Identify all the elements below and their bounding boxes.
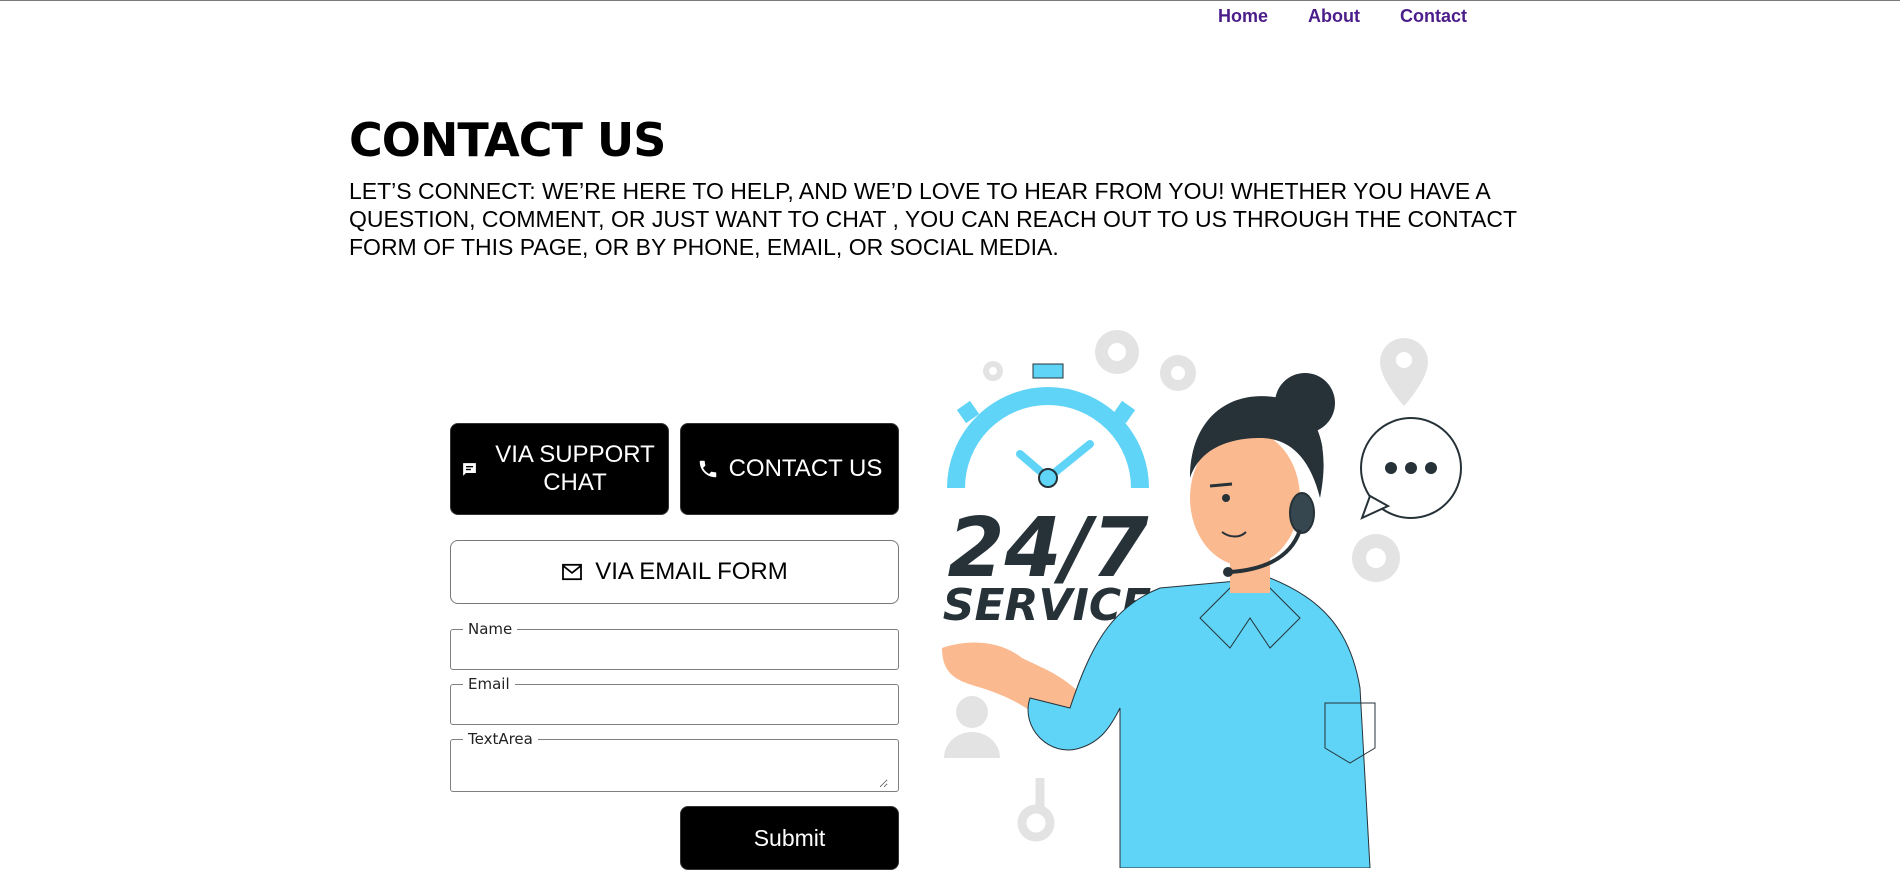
gear-icon <box>1352 534 1400 582</box>
email-form-label: VIA EMAIL FORM <box>595 558 788 585</box>
location-pin-icon <box>1380 338 1428 406</box>
message-textarea[interactable] <box>461 746 888 788</box>
textarea-field: TextArea <box>450 732 899 792</box>
submit-button[interactable]: Submit <box>680 806 899 870</box>
phone-icon <box>697 458 719 480</box>
gear-icon <box>1095 330 1139 374</box>
user-icon <box>944 696 1000 758</box>
speech-bubble-icon <box>1360 417 1462 520</box>
key-icon <box>1017 778 1055 842</box>
email-field: Email <box>450 677 899 725</box>
page-title: CONTACT US <box>349 113 666 167</box>
email-input[interactable] <box>461 691 888 721</box>
nav-contact-link[interactable]: Contact <box>1400 6 1467 26</box>
intro-text: LET’S CONNECT: WE’RE HERE TO HELP, AND W… <box>349 178 1517 260</box>
customer-service-agent-illustration: 24/7 SERVICE <box>942 330 1462 868</box>
name-label: Name <box>468 620 513 638</box>
name-field: Name <box>450 622 899 670</box>
chat-icon <box>461 461 478 478</box>
textarea-label: TextArea <box>468 730 533 748</box>
name-input[interactable] <box>461 636 888 666</box>
top-border <box>0 0 1900 1</box>
nav-home-link[interactable]: Home <box>1218 6 1268 26</box>
stopwatch-icon <box>947 363 1149 489</box>
gear-icon <box>1160 355 1196 391</box>
email-label: Email <box>468 675 510 693</box>
contact-us-button[interactable]: CONTACT US <box>680 423 899 515</box>
mail-icon <box>561 563 583 581</box>
nav-about-link[interactable]: About <box>1308 6 1360 26</box>
email-form-button[interactable]: VIA EMAIL FORM <box>450 540 899 604</box>
contact-us-label: CONTACT US <box>728 455 883 482</box>
support-chat-label: VIA SUPPORT CHAT <box>495 441 655 496</box>
gear-icon <box>983 361 1003 381</box>
support-chat-button[interactable]: VIA SUPPORT CHAT <box>450 423 669 515</box>
top-nav: Home About Contact <box>1218 6 1507 26</box>
